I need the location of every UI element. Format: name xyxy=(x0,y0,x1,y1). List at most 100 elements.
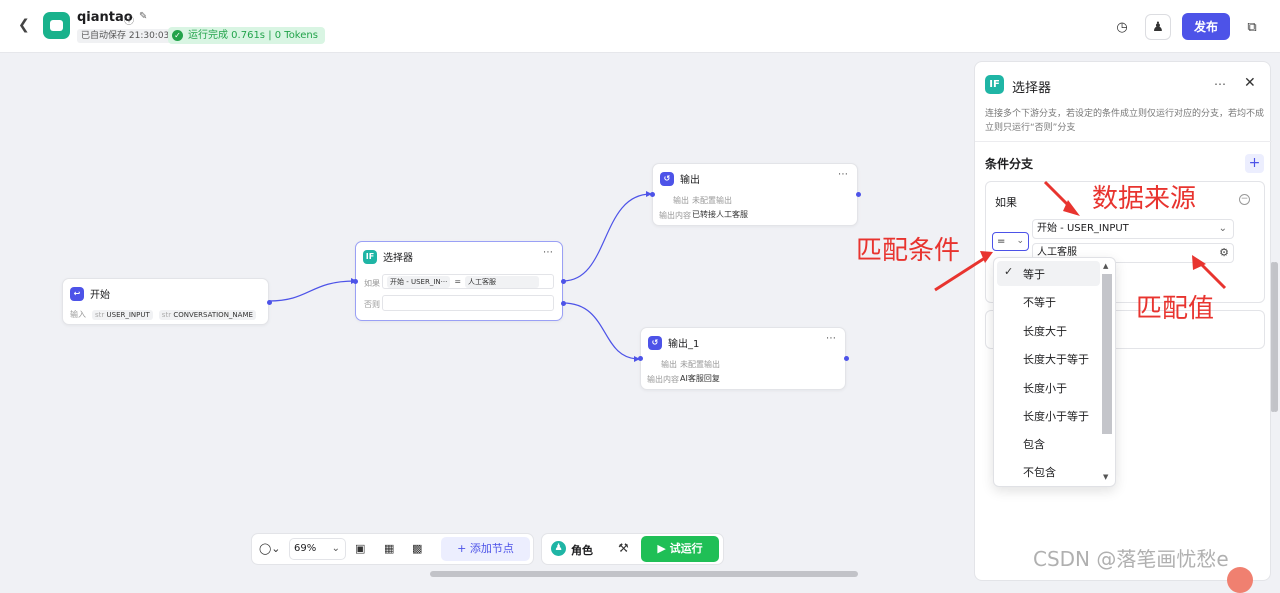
annotation-match-value: 匹配值 xyxy=(1136,294,1215,324)
output-out-port[interactable] xyxy=(856,192,861,197)
option-length-lt[interactable]: 长度小于 xyxy=(1023,380,1067,396)
more-icon[interactable]: ⋯ xyxy=(1214,77,1226,91)
top-bar: ❮ qiantao ⓘ ✎ 已自动保存 21:30:03 ✓ 运行完成 0.761… xyxy=(0,0,1280,53)
output1-out-port[interactable] xyxy=(844,356,849,361)
output-row1-label: 输出 xyxy=(673,196,689,205)
autosave-status: 已自动保存 21:30:03 xyxy=(77,29,174,43)
start-node[interactable]: ↩ 开始 输入 str USER_INPUT str CONVERSATION_N… xyxy=(62,278,272,325)
back-icon[interactable]: ❮ xyxy=(18,17,30,33)
chevron-down-icon: ⌄ xyxy=(331,543,340,554)
output-node[interactable]: ↺ 输出 ⋯ 输出 未配置输出 输出内容 已转接人工客服 xyxy=(650,163,861,226)
chevron-down-icon: ⌄ xyxy=(1218,223,1227,234)
selector-else-port[interactable] xyxy=(561,301,566,306)
start-icon: ↩ xyxy=(70,286,84,301)
source-value: 开始 - USER_INPUT xyxy=(1037,223,1129,234)
scroll-up-icon[interactable]: ▲ xyxy=(1103,262,1108,270)
annotation-data-source: 数据来源 xyxy=(1092,184,1197,214)
minimap-icon[interactable]: ▩ xyxy=(412,542,422,555)
option-not-equal[interactable]: 不等于 xyxy=(1023,294,1056,310)
output1-row1-label: 输出 xyxy=(661,360,677,369)
add-branch-button[interactable]: + xyxy=(1245,154,1264,173)
edge-start-selector xyxy=(268,280,356,302)
panel-description: 连接多个下游分支，若设定的条件成立则仅运行对应的分支，若均不成立则只运行“否则”… xyxy=(985,109,1265,133)
start-input-label: 输入 xyxy=(70,310,86,319)
vertical-scrollbar[interactable] xyxy=(1273,262,1278,412)
output1-node[interactable]: ↺ 输出_1 ⋯ 输出 未配置输出 输出内容 AI客服回复 xyxy=(638,327,849,390)
check-icon: ✓ xyxy=(1004,265,1014,278)
chevron-down-icon: ⌄ xyxy=(1016,236,1024,246)
app-logo xyxy=(43,12,70,39)
edit-icon[interactable]: ✎ xyxy=(139,11,147,22)
option-not-contains[interactable]: 不包含 xyxy=(1023,464,1056,480)
edge-selector-output xyxy=(562,193,652,282)
more-icon[interactable]: ⋯ xyxy=(838,169,848,180)
more-icon[interactable]: ⋯ xyxy=(826,333,836,344)
watermark: CSDN @落笔画忧愁e xyxy=(1033,547,1229,571)
publish-button[interactable]: 发布 xyxy=(1182,13,1230,40)
selector-if-port[interactable] xyxy=(561,279,566,284)
avatar xyxy=(1227,567,1253,593)
scroll-down-icon[interactable]: ▼ xyxy=(1103,473,1108,481)
start-out-port[interactable] xyxy=(267,300,272,305)
horizontal-scrollbar[interactable] xyxy=(430,571,858,577)
info-icon[interactable]: ⓘ xyxy=(124,12,134,27)
more-icon[interactable]: ⋯ xyxy=(543,247,553,258)
output-icon: ↺ xyxy=(660,171,674,186)
source-select[interactable]: 开始 - USER_INPUT ⌄ xyxy=(1032,219,1234,239)
option-contains[interactable]: 包含 xyxy=(1023,436,1045,452)
zoom-select[interactable]: 69% ⌄ xyxy=(289,538,346,560)
option-equal[interactable]: 等于 xyxy=(1023,266,1045,282)
option-length-gte[interactable]: 长度大于等于 xyxy=(1023,351,1089,367)
output1-row2-value: AI客服回复 xyxy=(680,374,720,383)
dropdown-scroll-thumb[interactable] xyxy=(1102,274,1112,434)
run-status-text: 运行完成 0.761s | 0 Tokens xyxy=(188,30,318,41)
wrench-icon[interactable]: ⚒ xyxy=(618,541,629,555)
selector-in-port[interactable] xyxy=(353,279,358,284)
close-icon[interactable]: ✕ xyxy=(1244,75,1256,91)
collaborators-icon[interactable]: ♟ xyxy=(1145,14,1171,40)
dropdown-scrollbar[interactable]: ▲ ▼ xyxy=(1101,262,1113,483)
if-label: 如果 xyxy=(995,196,1017,209)
selector-else-label: 否则 xyxy=(364,300,380,309)
operator-dropdown: ✓ 等于 不等于 长度大于 长度大于等于 长度小于 长度小于等于 包含 不包含 … xyxy=(993,257,1116,487)
output1-in-port[interactable] xyxy=(638,356,643,361)
remove-branch-icon[interactable]: − xyxy=(1239,194,1250,205)
layout-icon[interactable]: ▦ xyxy=(384,542,394,555)
output1-row2-label: 输出内容 xyxy=(647,375,679,384)
selector-title: 选择器 xyxy=(383,253,413,264)
section-title: 条件分支 xyxy=(985,157,1034,171)
panel-title: 选择器 xyxy=(1012,81,1052,96)
comment-icon[interactable]: ▣ xyxy=(355,542,365,555)
test-run-button[interactable]: ▶ 试运行 xyxy=(641,536,719,562)
selector-if-label: 如果 xyxy=(364,279,380,288)
role-button[interactable]: 角色 xyxy=(571,542,593,558)
check-circle-icon: ✓ xyxy=(172,30,183,41)
run-status-badge: ✓ 运行完成 0.761s | 0 Tokens xyxy=(168,27,325,44)
selector-if-op: = xyxy=(454,277,462,286)
copy-icon[interactable]: ⧉ xyxy=(1239,14,1265,40)
option-length-lte[interactable]: 长度小于等于 xyxy=(1023,408,1089,424)
history-icon[interactable]: ◷ xyxy=(1109,14,1135,40)
gear-icon[interactable]: ⚙ xyxy=(1219,244,1229,262)
output-icon: ↺ xyxy=(648,335,662,350)
selector-if-value: 人工客服 xyxy=(465,275,540,288)
selector-if-source: 开始 - USER_IN··· xyxy=(387,275,451,288)
add-node-button[interactable]: + 添加节点 xyxy=(441,537,530,561)
mouse-mode-icon[interactable]: ◯⌄ xyxy=(259,542,281,555)
zoom-value: 69% xyxy=(294,543,317,554)
selector-node[interactable]: IF 选择器 ⋯ 如果 开始 - USER_IN··· = 人工客服 否则 xyxy=(353,241,566,321)
annotation-match-condition: 匹配条件 xyxy=(856,236,961,266)
output-row2-value: 已转接人工客服 xyxy=(692,210,748,219)
output-row2-label: 输出内容 xyxy=(659,211,691,220)
avatar: ♟ xyxy=(551,541,566,556)
start-var-user-input: str USER_INPUT xyxy=(92,309,153,320)
play-icon: ▶ xyxy=(657,542,670,555)
operator-select[interactable]: = ⌄ xyxy=(992,232,1029,251)
panel-divider xyxy=(975,141,1272,142)
plus-icon: + xyxy=(457,542,470,555)
option-length-gt[interactable]: 长度大于 xyxy=(1023,323,1067,339)
output-row1-value: 未配置输出 xyxy=(692,196,732,205)
output-in-port[interactable] xyxy=(650,192,655,197)
operator-value: = xyxy=(997,236,1006,247)
output1-title: 输出_1 xyxy=(668,339,700,350)
